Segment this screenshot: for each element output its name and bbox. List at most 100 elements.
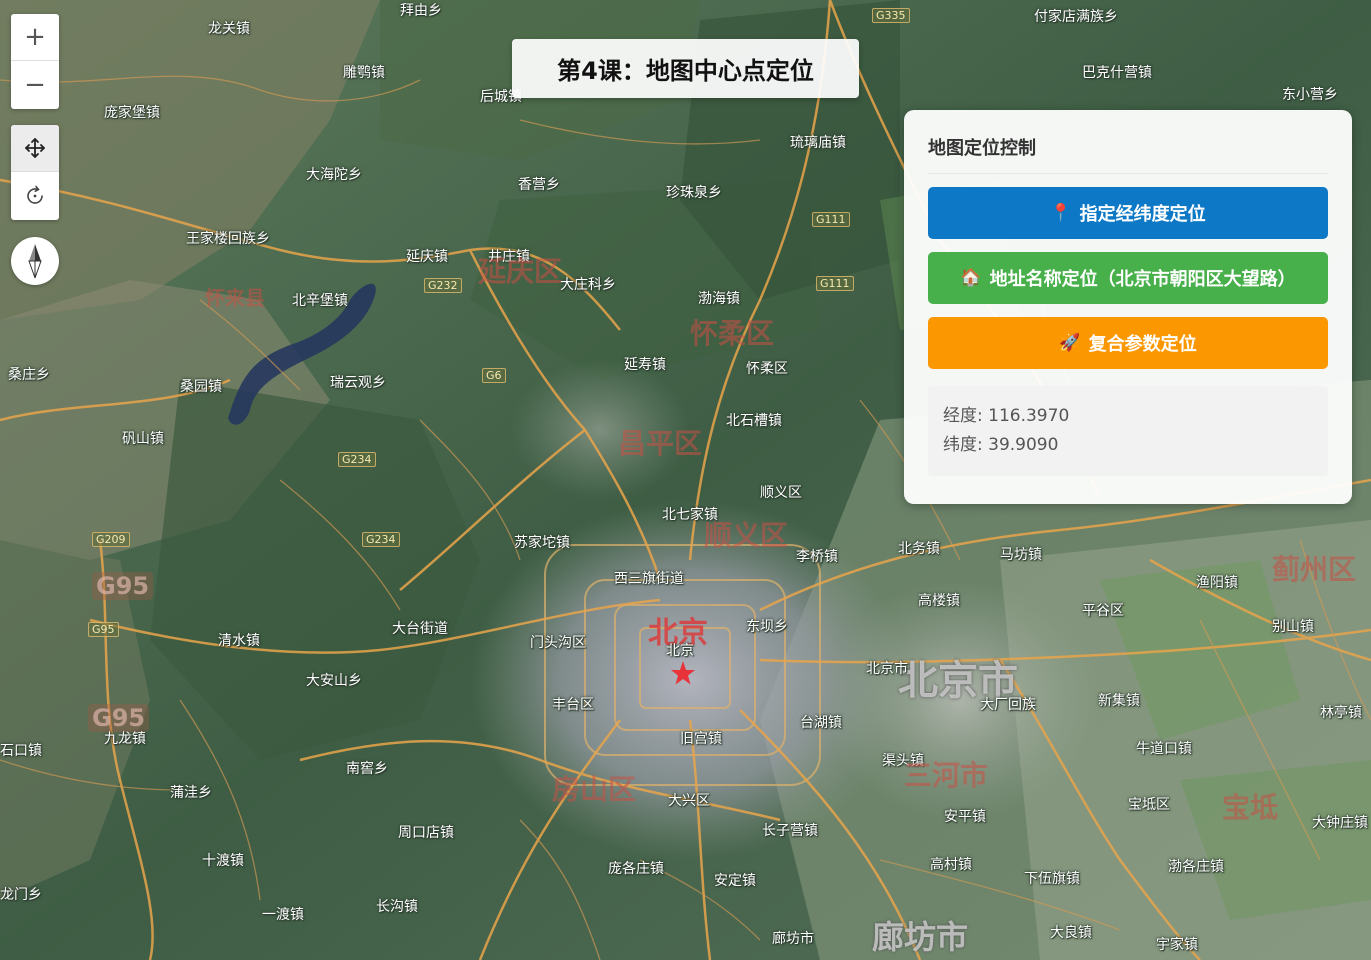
map-label: 北务镇 xyxy=(898,541,940,557)
map-label: 苏家坨镇 xyxy=(514,535,570,551)
map-label: 安平镇 xyxy=(944,809,986,825)
map-label: 龙门乡 xyxy=(0,887,42,903)
map-label: 拜由乡 xyxy=(400,3,442,19)
latlng-locate-button[interactable]: 📍 指定经纬度定位 xyxy=(928,187,1328,239)
latitude-label: 纬度: xyxy=(943,435,989,455)
map-label: 怀柔区 xyxy=(690,317,775,350)
map-label: 南窖乡 xyxy=(346,761,388,777)
map-label: 安定镇 xyxy=(714,873,756,889)
road-shield: G95 xyxy=(88,704,150,732)
location-control-panel: 地图定位控制 📍 指定经纬度定位 🏠 地址名称定位（北京市朝阳区大望路） 🚀 复… xyxy=(904,110,1352,504)
map-label: 东坝乡 xyxy=(746,619,788,635)
button-label: 指定经纬度定位 xyxy=(1079,204,1206,225)
zoom-in-button[interactable]: + xyxy=(11,14,59,61)
map-label: 别山镇 xyxy=(1272,619,1314,635)
map-label: 延庆区 xyxy=(478,255,563,288)
map-label: 大厂回族 xyxy=(980,697,1036,713)
road-shield: G111 xyxy=(816,276,854,291)
zoom-out-button[interactable]: − xyxy=(11,61,59,108)
map-label: 房山区 xyxy=(552,773,637,806)
map-label: 李桥镇 xyxy=(796,549,838,565)
map-label: 大海陀乡 xyxy=(306,167,362,183)
map-label: 蒲洼乡 xyxy=(170,785,212,801)
map-label: 门头沟区 xyxy=(530,635,586,651)
rocket-icon: 🚀 xyxy=(1059,333,1081,353)
road-shield: G95 xyxy=(92,572,154,600)
map-label: 北京市 xyxy=(866,661,908,677)
road-shield: G209 xyxy=(92,532,130,547)
map-label: 蓟州区 xyxy=(1272,553,1357,586)
map-label: 新集镇 xyxy=(1098,693,1140,709)
rotate-icon xyxy=(27,185,43,204)
compass-icon xyxy=(28,244,42,279)
map-label: 西三旗街道 xyxy=(614,571,684,587)
road-shield: G335 xyxy=(872,8,910,23)
map-label: 昌平区 xyxy=(618,427,703,460)
pin-icon: 📍 xyxy=(1050,203,1072,223)
map-label: 廊坊市 xyxy=(872,918,969,956)
map-label: 长子营镇 xyxy=(762,823,818,839)
map-label: 怀柔区 xyxy=(746,361,788,377)
road-shield: G232 xyxy=(424,278,462,293)
map-label: 渤海镇 xyxy=(698,291,740,307)
map-label: 北京 xyxy=(666,643,694,659)
map-label: 大兴区 xyxy=(668,793,710,809)
map-label: 渤各庄镇 xyxy=(1168,859,1224,875)
map-label: 下伍旗镇 xyxy=(1024,871,1080,887)
map-label: 马坊镇 xyxy=(1000,547,1042,563)
rotate-button[interactable] xyxy=(11,172,59,219)
map-label: 珍珠泉乡 xyxy=(666,185,722,201)
coordinates-info: 经度: 116.3970 纬度: 39.9090 xyxy=(928,386,1328,476)
map-label: 三河市 xyxy=(904,759,989,792)
map-label: 大钟庄镇 xyxy=(1312,815,1368,831)
map-label: 周口店镇 xyxy=(398,825,454,841)
map-label: 平谷区 xyxy=(1082,603,1124,619)
map-label: 大台街道 xyxy=(392,621,448,637)
map-label: 王家楼回族乡 xyxy=(186,231,270,247)
map-label: 矾山镇 xyxy=(122,431,164,447)
map-label: 顺义区 xyxy=(760,485,802,501)
map-label: 桑庄乡 xyxy=(8,367,50,383)
road-shield: G234 xyxy=(362,532,400,547)
map-label: 宝坻区 xyxy=(1128,797,1170,813)
map-label: 台湖镇 xyxy=(800,715,842,731)
map-label: 雕鹗镇 xyxy=(343,65,385,81)
map-label: 庞各庄镇 xyxy=(608,861,664,877)
center-marker-icon xyxy=(671,661,695,685)
map-label: 大良镇 xyxy=(1050,925,1092,941)
map-label: 宝坻 xyxy=(1222,791,1279,824)
map-label: 延庆镇 xyxy=(406,249,448,265)
map-label: 丰台区 xyxy=(552,697,594,713)
button-label: 复合参数定位 xyxy=(1088,334,1197,355)
road-shield: G234 xyxy=(338,452,376,467)
button-label: 地址名称定位（北京市朝阳区大望路） xyxy=(989,269,1296,290)
map-label: 庞家堡镇 xyxy=(104,105,160,121)
zoom-control: + − xyxy=(11,14,59,109)
panel-title: 地图定位控制 xyxy=(928,134,1328,174)
compass-button[interactable] xyxy=(11,237,59,285)
map-label: 旧宫镇 xyxy=(680,731,722,747)
map-tool-control xyxy=(11,125,59,220)
map-label: 石口镇 xyxy=(0,743,42,759)
map-label: 长沟镇 xyxy=(376,899,418,915)
address-locate-button[interactable]: 🏠 地址名称定位（北京市朝阳区大望路） xyxy=(928,252,1328,304)
map-label: 怀来县 xyxy=(205,286,265,310)
pan-button[interactable] xyxy=(11,125,59,172)
map-label: 高村镇 xyxy=(930,857,972,873)
road-shield: G95 xyxy=(88,622,119,637)
latitude-value: 39.9090 xyxy=(988,435,1059,455)
longitude-row: 经度: 116.3970 xyxy=(943,402,1313,431)
latitude-row: 纬度: 39.9090 xyxy=(943,431,1313,460)
road-shield: G6 xyxy=(482,368,506,383)
map-label: 大安山乡 xyxy=(306,673,362,689)
map-label: 桑园镇 xyxy=(180,379,222,395)
map-label: 大庄科乡 xyxy=(560,277,616,293)
map-label: 东小营乡 xyxy=(1282,87,1338,103)
map-label: 渔阳镇 xyxy=(1196,575,1238,591)
map-label: 宇家镇 xyxy=(1156,937,1198,953)
composite-locate-button[interactable]: 🚀 复合参数定位 xyxy=(928,317,1328,369)
map-label: 林亭镇 xyxy=(1320,705,1362,721)
map-label: 香营乡 xyxy=(518,177,560,193)
map-label: 高楼镇 xyxy=(918,593,960,609)
map-label: 瑞云观乡 xyxy=(330,375,386,391)
